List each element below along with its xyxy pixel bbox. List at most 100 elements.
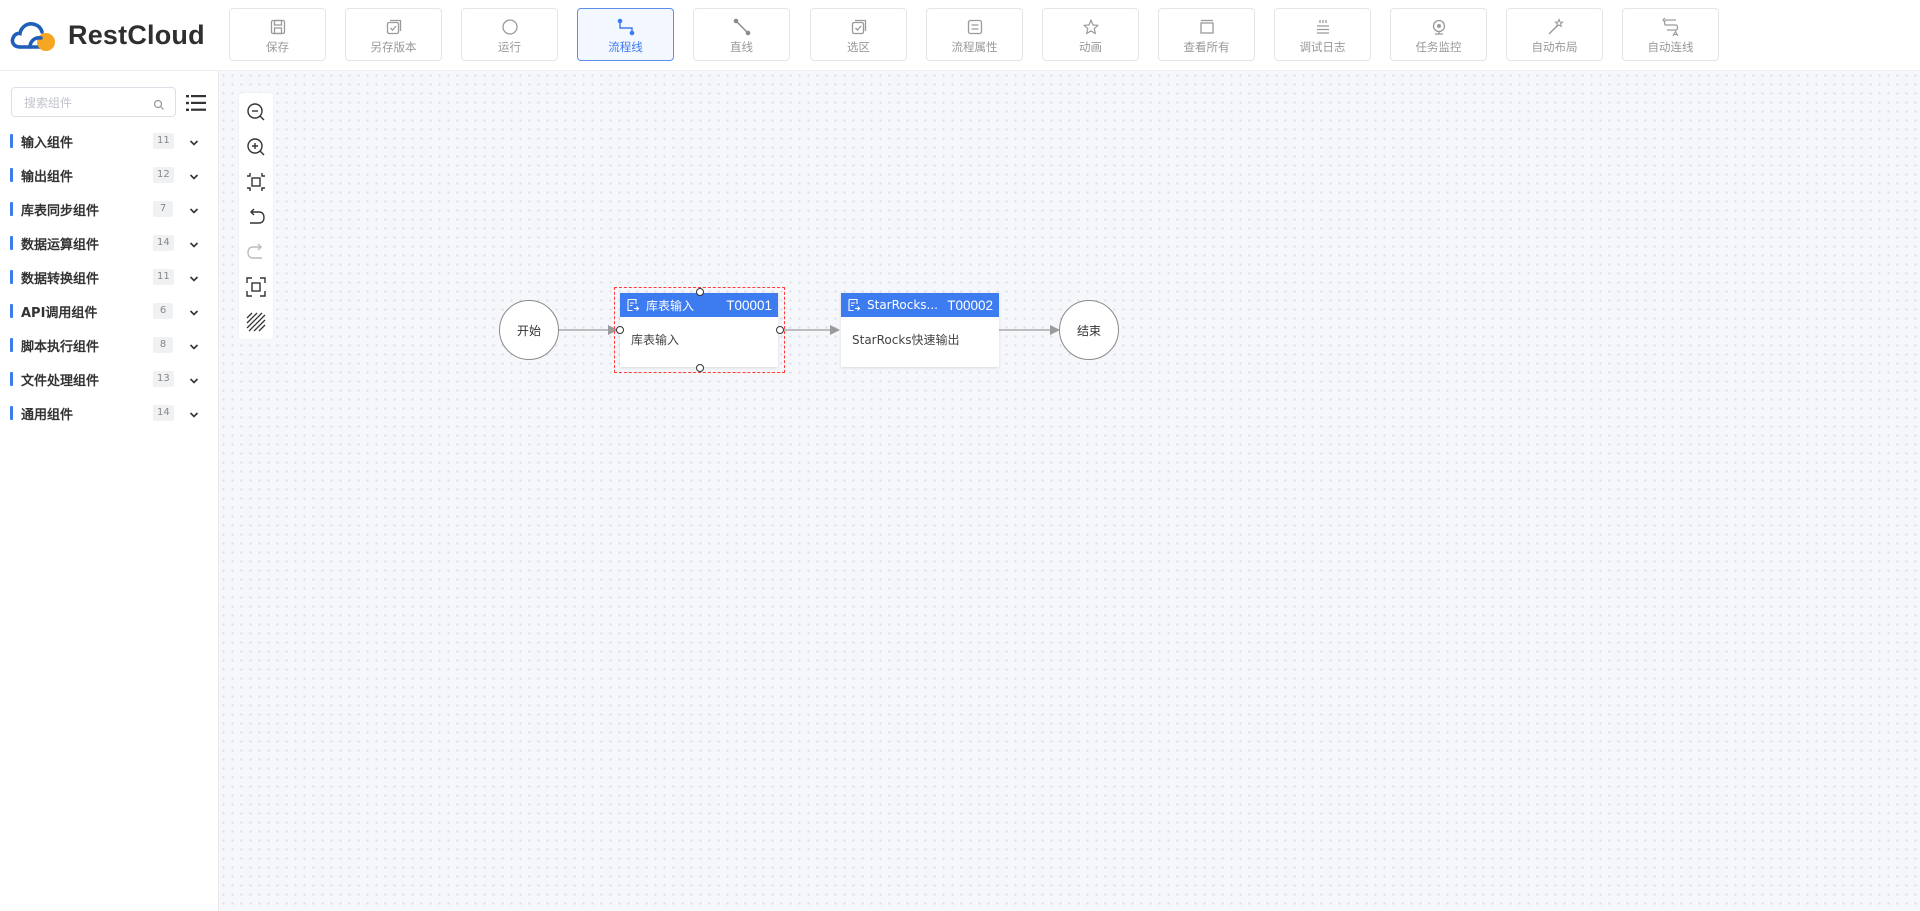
chevron-down-icon[interactable] (188, 372, 200, 391)
chevron-down-icon[interactable] (188, 304, 200, 323)
category-marker (10, 406, 13, 420)
category-count-badge: 8 (153, 337, 173, 353)
task-id: T00001 (726, 297, 772, 313)
category-marker (10, 236, 13, 250)
connect-handle-right[interactable] (776, 326, 784, 334)
end-node[interactable]: 结束 (1059, 300, 1119, 360)
save-version-icon (384, 17, 404, 37)
category-general-components[interactable]: 通用组件 14 (10, 402, 210, 424)
category-data-transform-components[interactable]: 数据转换组件 11 (10, 266, 210, 288)
task-header: StarRocks... T00002 (841, 293, 999, 317)
task-node-t00002[interactable]: StarRocks... T00002 StarRocks快速输出 (841, 293, 999, 367)
category-marker (10, 134, 13, 148)
chevron-down-icon[interactable] (188, 406, 200, 425)
category-name: 输出组件 (21, 169, 74, 185)
run-label: 运行 (498, 40, 521, 54)
search-icon[interactable] (153, 96, 165, 115)
debug-log-label: 调试日志 (1299, 40, 1346, 54)
select-area-button[interactable]: 选区 (810, 8, 907, 61)
debug-log-button[interactable]: 调试日志 (1274, 8, 1371, 61)
category-name: 脚本执行组件 (21, 339, 100, 355)
category-data-compute-components[interactable]: 数据运算组件 14 (10, 232, 210, 254)
category-count-badge: 14 (153, 405, 174, 421)
category-input-components[interactable]: 输入组件 11 (10, 130, 210, 152)
chevron-down-icon[interactable] (188, 236, 200, 255)
logo-text: RestCloud (68, 19, 205, 50)
task-id: T00002 (947, 297, 993, 313)
monitor-icon (1429, 17, 1449, 37)
chevron-down-icon[interactable] (188, 338, 200, 357)
save-version-button[interactable]: 另存版本 (345, 8, 442, 61)
category-count-badge: 7 (153, 201, 173, 217)
select-area-icon (849, 17, 869, 37)
category-marker (10, 304, 13, 318)
category-name: 输入组件 (21, 135, 74, 151)
chevron-down-icon[interactable] (188, 134, 200, 153)
category-script-components[interactable]: 脚本执行组件 8 (10, 334, 210, 356)
category-count-badge: 6 (153, 303, 173, 319)
view-all-label: 查看所有 (1183, 40, 1230, 54)
category-name: 数据运算组件 (21, 237, 100, 253)
start-node[interactable]: 开始 (499, 300, 559, 360)
flow-line-icon (616, 17, 636, 37)
task-monitor-button[interactable]: 任务监控 (1390, 8, 1487, 61)
component-search-input[interactable] (22, 89, 156, 117)
category-file-components[interactable]: 文件处理组件 13 (10, 368, 210, 390)
save-version-label: 另存版本 (370, 40, 417, 54)
run-button[interactable]: 运行 (461, 8, 558, 61)
animation-label: 动画 (1079, 40, 1102, 54)
category-name: 数据转换组件 (21, 271, 100, 287)
save-button[interactable]: 保存 (229, 8, 326, 61)
flow-properties-button[interactable]: 流程属性 (926, 8, 1023, 61)
magic-wand-icon (1545, 17, 1565, 37)
category-count-badge: 14 (153, 235, 174, 251)
task-title: 库表输入 (646, 298, 695, 313)
category-api-components[interactable]: API调用组件 6 (10, 300, 210, 322)
straight-line-button[interactable]: 直线 (693, 8, 790, 61)
task-node-t00001[interactable]: 库表输入 T00001 库表输入 (620, 293, 778, 367)
connect-handle-top[interactable] (696, 288, 704, 296)
chevron-down-icon[interactable] (188, 168, 200, 187)
category-count-badge: 11 (153, 133, 174, 149)
view-all-button[interactable]: 查看所有 (1158, 8, 1255, 61)
table-input-icon (626, 298, 640, 312)
animation-button[interactable]: 动画 (1042, 8, 1139, 61)
auto-layout-label: 自动布局 (1531, 40, 1578, 54)
task-header: 库表输入 T00001 (620, 293, 778, 317)
category-marker (10, 372, 13, 386)
auto-connect-button[interactable]: 自动连线 (1622, 8, 1719, 61)
chevron-down-icon[interactable] (188, 202, 200, 221)
task-monitor-label: 任务监控 (1415, 40, 1462, 54)
star-icon (1081, 17, 1101, 37)
connect-handle-bottom[interactable] (696, 364, 704, 372)
category-table-sync-components[interactable]: 库表同步组件 7 (10, 198, 210, 220)
save-icon (268, 17, 288, 37)
straight-line-icon (732, 17, 752, 37)
flow-canvas[interactable]: 开始 库表输入 T00001 库表输入 StarRocks... T00002 … (219, 71, 1920, 911)
flow-properties-icon (965, 17, 985, 37)
flow-connectors (499, 325, 1060, 335)
auto-layout-button[interactable]: 自动布局 (1506, 8, 1603, 61)
auto-connect-label: 自动连线 (1647, 40, 1694, 54)
category-marker (10, 338, 13, 352)
flow-line-label: 流程线 (608, 40, 643, 54)
category-marker (10, 168, 13, 182)
select-area-label: 选区 (847, 40, 870, 54)
cloud-logo-icon (10, 22, 55, 51)
save-label: 保存 (266, 40, 289, 54)
view-all-icon (1197, 17, 1217, 37)
chevron-down-icon[interactable] (188, 270, 200, 289)
task-description: StarRocks快速输出 (852, 333, 960, 347)
category-name: 文件处理组件 (21, 373, 100, 389)
start-node-label: 开始 (516, 323, 541, 338)
category-name: API调用组件 (21, 305, 98, 321)
list-view-icon[interactable] (186, 94, 206, 116)
flow-line-button[interactable]: 流程线 (577, 8, 674, 61)
log-icon (1313, 17, 1333, 37)
restcloud-logo[interactable]: RestCloud (10, 14, 205, 56)
component-sidebar: 输入组件 11 输出组件 12 库表同步组件 7 数据运算组件 14 数据转换组… (0, 71, 219, 911)
auto-connect-icon (1661, 17, 1681, 37)
connect-handle-left[interactable] (616, 326, 624, 334)
category-output-components[interactable]: 输出组件 12 (10, 164, 210, 186)
task-description: 库表输入 (631, 333, 680, 347)
